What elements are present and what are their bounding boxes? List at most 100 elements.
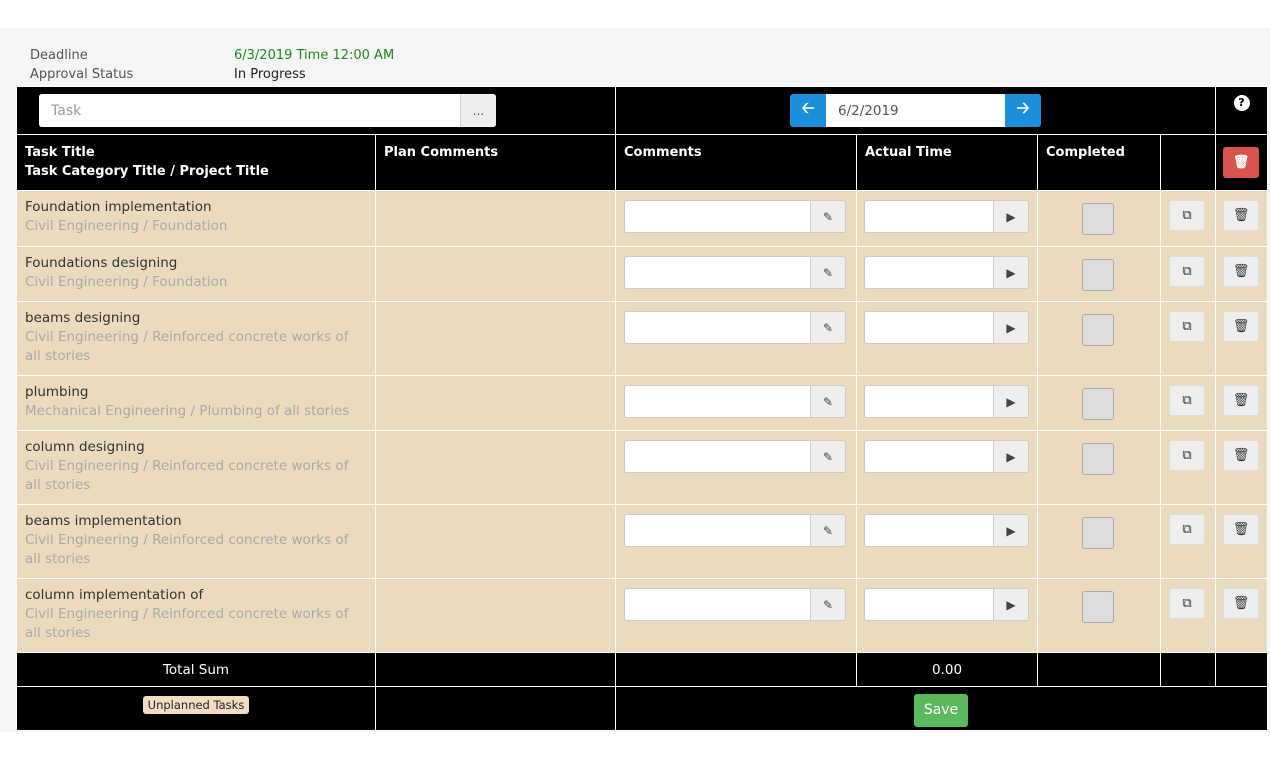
table-row: Foundations designing Civil Engineering …: [16, 246, 1268, 302]
table-row: Foundation implementation Civil Engineer…: [16, 190, 1268, 247]
task-panel: Deadline 6/3/2019 Time 12:00 AM Approval…: [0, 28, 1270, 732]
delete-task-button[interactable]: 🗑: [1223, 440, 1259, 471]
task-search-input[interactable]: [39, 94, 460, 127]
completed-checkbox[interactable]: [1082, 591, 1114, 623]
completed-checkbox[interactable]: [1082, 388, 1114, 420]
play-icon: ▶: [1006, 209, 1016, 224]
start-timer-button[interactable]: ▶: [993, 514, 1029, 547]
delete-task-button[interactable]: 🗑: [1223, 311, 1259, 342]
save-button[interactable]: Save: [914, 694, 968, 727]
edit-comment-button[interactable]: ✎: [810, 311, 846, 344]
copy-task-button[interactable]: ⧉: [1169, 200, 1205, 231]
header-task-category: Task Category Title / Project Title: [25, 164, 269, 179]
start-timer-button[interactable]: ▶: [993, 256, 1029, 289]
task-search-group: ...: [39, 94, 496, 127]
edit-comment-button[interactable]: ✎: [810, 385, 846, 418]
task-picker-button[interactable]: ...: [460, 94, 496, 127]
comment-input[interactable]: [624, 385, 810, 418]
comment-input[interactable]: [624, 588, 810, 621]
copy-task-button[interactable]: ⧉: [1169, 588, 1205, 619]
trash-icon: 🗑: [1232, 522, 1250, 537]
delete-task-button[interactable]: 🗑: [1223, 385, 1259, 416]
help-icon[interactable]: ?: [1233, 94, 1250, 111]
unplanned-tasks-button[interactable]: Unplanned Tasks: [142, 695, 250, 714]
start-timer-button[interactable]: ▶: [993, 200, 1029, 233]
header-actual-time: Actual Time: [856, 134, 1038, 191]
actual-time-group: ▶: [857, 514, 1037, 547]
copy-task-button[interactable]: ⧉: [1169, 514, 1205, 545]
prev-date-button[interactable]: 🡠: [790, 94, 826, 127]
actual-time-input[interactable]: [864, 385, 993, 418]
delete-task-button[interactable]: 🗑: [1223, 514, 1259, 545]
play-icon: ▶: [1006, 394, 1016, 409]
actual-time-input[interactable]: [864, 256, 993, 289]
copy-task-button[interactable]: ⧉: [1169, 256, 1205, 287]
comment-group: ✎: [616, 440, 856, 473]
copy-task-button[interactable]: ⧉: [1169, 385, 1205, 416]
start-timer-button[interactable]: ▶: [993, 385, 1029, 418]
completed-checkbox[interactable]: [1082, 314, 1114, 346]
task-name: beams designing: [25, 310, 141, 326]
edit-comment-button[interactable]: ✎: [810, 200, 846, 233]
copy-icon: ⧉: [1182, 208, 1192, 223]
task-name: column designing: [25, 439, 145, 455]
task-category: Civil Engineering / Reinforced concrete …: [25, 329, 349, 364]
table-row: beams implementation Civil Engineering /…: [16, 504, 1268, 579]
completed-checkbox[interactable]: [1082, 259, 1114, 291]
comment-input[interactable]: [624, 200, 810, 233]
actual-time-input[interactable]: [864, 440, 993, 473]
actual-time-input[interactable]: [864, 311, 993, 344]
deadline-label: Deadline: [30, 48, 88, 63]
completed-checkbox[interactable]: [1082, 517, 1114, 549]
copy-task-button[interactable]: ⧉: [1169, 440, 1205, 471]
trash-icon: 🗑: [1232, 393, 1250, 408]
copy-task-button[interactable]: ⧉: [1169, 311, 1205, 342]
edit-comment-button[interactable]: ✎: [810, 256, 846, 289]
completed-checkbox[interactable]: [1082, 203, 1114, 235]
table-row: column implementation of Civil Engineeri…: [16, 578, 1268, 653]
start-timer-button[interactable]: ▶: [993, 440, 1029, 473]
comment-input[interactable]: [624, 514, 810, 547]
copy-icon: ⧉: [1182, 522, 1192, 537]
edit-icon: ✎: [822, 523, 834, 538]
delete-task-button[interactable]: 🗑: [1223, 256, 1259, 287]
trash-icon: 🗑: [1232, 596, 1250, 611]
comment-input[interactable]: [624, 311, 810, 344]
copy-icon: ⧉: [1182, 319, 1192, 334]
total-row: Total Sum 0.00: [16, 652, 1268, 687]
arrow-left-icon: 🡠: [801, 98, 815, 117]
trash-icon: 🗑: [1232, 448, 1250, 463]
copy-icon: ⧉: [1182, 264, 1192, 279]
header-completed: Completed: [1037, 134, 1161, 191]
actual-time-input[interactable]: [864, 588, 993, 621]
completed-checkbox[interactable]: [1082, 443, 1114, 475]
table-toolbar: ... 🡠 6/2/2019 🡢 ?: [16, 86, 1268, 135]
comment-group: ✎: [616, 256, 856, 289]
comment-input[interactable]: [624, 440, 810, 473]
delete-task-button[interactable]: 🗑: [1223, 200, 1259, 231]
approval-status-value: In Progress: [234, 67, 306, 82]
date-navigator: 🡠 6/2/2019 🡢: [790, 94, 1215, 127]
trash-icon: 🗑: [1232, 208, 1250, 223]
task-info: Deadline 6/3/2019 Time 12:00 AM Approval…: [30, 46, 394, 84]
delete-task-button[interactable]: 🗑: [1223, 588, 1259, 619]
actual-time-input[interactable]: [864, 514, 993, 547]
plan-comment-cell: [375, 578, 616, 653]
start-timer-button[interactable]: ▶: [993, 588, 1029, 621]
edit-icon: ✎: [822, 449, 834, 464]
date-field[interactable]: 6/2/2019: [826, 94, 1005, 127]
actual-time-input[interactable]: [864, 200, 993, 233]
edit-icon: ✎: [822, 265, 834, 280]
comment-input[interactable]: [624, 256, 810, 289]
edit-comment-button[interactable]: ✎: [810, 588, 846, 621]
header-comments: Comments: [615, 134, 857, 191]
next-date-button[interactable]: 🡢: [1005, 94, 1041, 127]
play-icon: ▶: [1006, 265, 1016, 280]
start-timer-button[interactable]: ▶: [993, 311, 1029, 344]
play-icon: ▶: [1006, 449, 1016, 464]
delete-all-button[interactable]: 🗑: [1223, 146, 1259, 178]
edit-comment-button[interactable]: ✎: [810, 514, 846, 547]
actual-time-group: ▶: [857, 440, 1037, 473]
deadline-value: 6/3/2019 Time 12:00 AM: [234, 48, 395, 63]
edit-comment-button[interactable]: ✎: [810, 440, 846, 473]
